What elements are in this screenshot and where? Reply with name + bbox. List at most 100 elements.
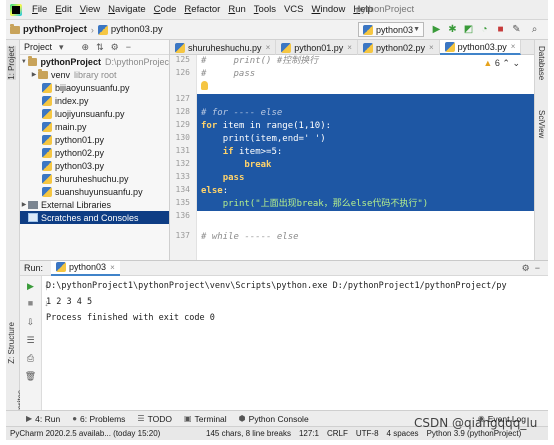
menu-navigate[interactable]: Navigate	[104, 4, 150, 15]
ide-window: File Edit View Navigate Code Refactor Ru…	[6, 0, 548, 440]
chevron-down-icon[interactable]: ▾	[59, 42, 64, 53]
menu-bar: File Edit View Navigate Code Refactor Ru…	[6, 0, 548, 20]
profile-icon[interactable]: ◔	[478, 23, 491, 36]
close-icon[interactable]: ×	[110, 263, 115, 272]
python-file-icon	[42, 134, 52, 145]
tree-item-file[interactable]: main.py	[20, 120, 169, 133]
library-icon	[28, 200, 38, 209]
tree-item-venv[interactable]: ▶ venv library root	[20, 68, 169, 81]
gear-icon[interactable]: ⚙	[111, 42, 119, 53]
breadcrumb-separator: ›	[90, 24, 94, 35]
tree-item-file[interactable]: python01.py	[20, 133, 169, 146]
tab-project[interactable]: 1: Project	[7, 46, 16, 80]
tree-item-file[interactable]: python03.py	[20, 159, 169, 172]
status-interpreter[interactable]: Python 3.9 (pythonProject)	[427, 429, 522, 438]
hide-icon[interactable]: −	[126, 42, 131, 52]
status-indent[interactable]: 4 spaces	[387, 429, 419, 438]
stop-icon[interactable]: ■	[24, 296, 37, 309]
window-title: pythonProject	[356, 4, 415, 15]
breadcrumb-file[interactable]: python03.py	[97, 24, 163, 35]
tab-database[interactable]: Database	[537, 46, 546, 80]
run-configuration-select[interactable]: python03 ▼	[358, 22, 424, 37]
hide-icon[interactable]: −	[535, 263, 540, 273]
debug-icon[interactable]: ✱	[446, 23, 459, 36]
tab-python03[interactable]: python03.py ×	[439, 40, 522, 55]
close-icon[interactable]: ×	[266, 43, 271, 52]
run-tab-python03[interactable]: python03 ×	[51, 260, 120, 276]
tool-terminal[interactable]: ▣ Terminal	[184, 414, 227, 424]
code-line-selected: if item>=5:	[197, 146, 534, 159]
run-icon[interactable]: ▶	[430, 23, 443, 36]
line-number: 133	[175, 172, 190, 181]
menu-tools[interactable]: Tools	[250, 4, 280, 15]
menu-refactor[interactable]: Refactor	[180, 4, 224, 15]
status-message[interactable]: PyCharm 2020.2.5 availab... (today 15:20…	[10, 429, 160, 438]
tab-sciview[interactable]: SciView	[537, 110, 546, 138]
python-file-icon	[42, 173, 52, 184]
code-line-selected: else:	[197, 185, 534, 198]
line-number: 135	[175, 198, 190, 207]
trash-icon[interactable]: 🗑	[24, 370, 37, 383]
locate-icon[interactable]: ⊕	[82, 42, 90, 53]
navigation-bar: pythonProject › python03.py python03 ▼ ▶…	[6, 20, 548, 40]
chevron-down-icon: ▼	[413, 26, 420, 33]
console-line: D:\pythonProject1\pythonProject\venv\Scr…	[46, 281, 507, 291]
close-icon[interactable]: ×	[429, 43, 434, 52]
tool-todo[interactable]: ☰ TODO	[137, 414, 172, 424]
scroll-to-end-icon[interactable]: ⇩	[24, 316, 37, 329]
python-file-icon	[42, 121, 52, 132]
line-number: 136	[175, 211, 190, 220]
tree-root-project[interactable]: ▼ pythonProject D:\pythonProjec	[20, 55, 169, 68]
menu-edit[interactable]: Edit	[51, 4, 75, 15]
search-icon[interactable]: ⌕	[528, 23, 541, 36]
collapse-all-icon[interactable]: ⇅	[96, 42, 104, 53]
close-icon[interactable]: ×	[347, 43, 352, 52]
tab-python01[interactable]: python01.py ×	[276, 40, 358, 55]
line-number: 131	[175, 146, 190, 155]
menu-view[interactable]: View	[76, 4, 104, 15]
menu-vcs[interactable]: VCS	[280, 4, 308, 15]
tree-item-file[interactable]: suanshuyunsuanfu.py	[20, 185, 169, 198]
status-line-separator[interactable]: CRLF	[327, 429, 348, 438]
breadcrumb-project[interactable]: pythonProject	[10, 23, 87, 35]
menu-window[interactable]: Window	[308, 4, 350, 15]
gear-icon[interactable]: ⚙	[522, 263, 530, 273]
console-output[interactable]: D:\pythonProject1\pythonProject\venv\Scr…	[46, 278, 546, 408]
stop-icon[interactable]: ■	[494, 23, 507, 36]
line-number: 127	[175, 94, 190, 103]
print-icon[interactable]: ⎙	[24, 352, 37, 365]
coverage-icon[interactable]: ◩	[462, 23, 475, 36]
run-panel-controls: ⚙ −	[522, 263, 540, 274]
tool-python-console[interactable]: ⬢ Python Console	[239, 414, 309, 424]
editor-tab-bar: shuruheshuchu.py × python01.py × python02.…	[170, 40, 534, 55]
tree-item-scratches[interactable]: Scratches and Consoles	[20, 211, 169, 224]
tree-item-file[interactable]: luojiyunsuanfu.py	[20, 107, 169, 120]
tree-item-file[interactable]: shuruheshuchu.py	[20, 172, 169, 185]
settings-wrench-icon[interactable]: ✎	[510, 23, 523, 36]
tree-item-file[interactable]: bijiaoyunsuanfu.py	[20, 81, 169, 94]
menu-code[interactable]: Code	[150, 4, 181, 15]
warnings-indicator[interactable]: ▲ 6 ⌃ ⌄	[483, 58, 520, 69]
status-encoding[interactable]: UTF-8	[356, 429, 379, 438]
lightbulb-icon[interactable]	[201, 81, 208, 90]
tree-item-file[interactable]: index.py	[20, 94, 169, 107]
tree-item-external-libraries[interactable]: ▶ External Libraries	[20, 198, 169, 211]
tab-python02[interactable]: python02.py ×	[358, 40, 440, 55]
todo-icon: ☰	[137, 414, 145, 423]
soft-wrap-icon[interactable]: ☰	[24, 334, 37, 347]
status-selection: 145 chars, 8 line breaks	[206, 429, 291, 438]
tab-shuruheshuchu[interactable]: shuruheshuchu.py ×	[170, 40, 277, 55]
code-line-selected: # for ---- else	[197, 107, 534, 120]
close-icon[interactable]: ×	[511, 42, 516, 51]
status-position[interactable]: 127:1	[299, 429, 319, 438]
tab-structure[interactable]: Z: Structure	[7, 322, 16, 364]
rerun-icon[interactable]: ▶	[24, 280, 37, 293]
project-view-select[interactable]: Project	[24, 42, 52, 52]
menu-run[interactable]: Run	[224, 4, 249, 15]
tree-item-file[interactable]: python02.py	[20, 146, 169, 159]
menu-file[interactable]: File	[28, 4, 51, 15]
tool-run[interactable]: ▶ 4: Run	[26, 414, 60, 424]
folder-icon	[38, 68, 48, 79]
tool-problems[interactable]: ● 6: Problems	[72, 414, 125, 424]
code-editor[interactable]: 125 126 127 128 129 130 131 132 133 134 …	[170, 55, 534, 260]
